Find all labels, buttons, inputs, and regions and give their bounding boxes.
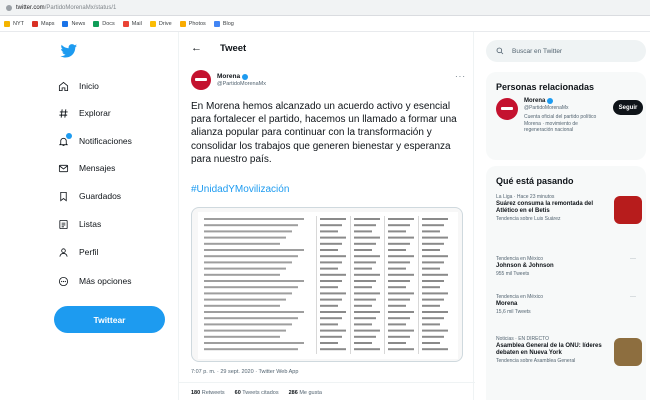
- bookmark-favicon-icon: [122, 20, 129, 27]
- avatar[interactable]: [191, 70, 211, 90]
- bookmark-item[interactable]: Blog: [213, 20, 234, 27]
- url-path: /PartidoMorenaMx/status/1: [44, 4, 117, 11]
- related-people-panel: Personas relacionadas Morena @PartidoMor…: [486, 72, 646, 160]
- bookmark-item[interactable]: NYT: [4, 20, 24, 27]
- related-bio: Cuenta oficial del partido político More…: [524, 114, 597, 133]
- stat-quotes[interactable]: 60 Tweets citados: [235, 390, 279, 396]
- nav-item-messages[interactable]: Mensajes: [58, 158, 115, 178]
- verified-icon: [547, 98, 554, 104]
- tweet-meta: 7:07 p. m. · 29 sept. 2020 · Twitter Web…: [191, 369, 299, 375]
- search-icon: [496, 47, 504, 55]
- bookmark-label: Maps: [41, 20, 55, 27]
- bookmark-item[interactable]: News: [62, 20, 86, 27]
- lock-icon: [6, 4, 12, 11]
- bookmark-favicon-icon: [149, 20, 156, 27]
- bookmark-favicon-icon: [62, 20, 69, 27]
- related-handle: @PartidoMorenaMx: [524, 105, 569, 111]
- bookmark-favicon-icon: [93, 20, 100, 27]
- bookmark-favicon-icon: [4, 20, 10, 27]
- nav-item-more-options[interactable]: Más opciones: [58, 271, 131, 291]
- trend-thumbnail[interactable]: [614, 338, 642, 366]
- hashtag-icon: [59, 108, 68, 118]
- bookmark-item[interactable]: Docs: [93, 20, 115, 27]
- nav-label-notifications: Notificaciones: [79, 136, 132, 146]
- browser-url-bar[interactable]: twitter.com /PartidoMorenaMx/status/1: [0, 0, 650, 16]
- notification-badge: [66, 133, 72, 139]
- main-column: ← Tweet Morena @PartidoMorenaMx ··· En M…: [178, 32, 475, 400]
- tweet-hashtag[interactable]: #UnidadYMovilización: [191, 184, 289, 195]
- tweet-stats: 180 Retweets 60 Tweets citados 286 Me gu…: [191, 390, 322, 396]
- bookmark-item[interactable]: Drive: [149, 20, 172, 27]
- author-name[interactable]: Morena: [217, 73, 266, 80]
- back-arrow-icon[interactable]: ←: [191, 42, 202, 54]
- bookmark-item[interactable]: Photos: [179, 20, 206, 27]
- avatar[interactable]: [496, 98, 518, 120]
- home-icon: [58, 81, 69, 91]
- trend-item[interactable]: Tendencia en México Morena 15,6 mil Twee…: [496, 294, 636, 315]
- more-menu-icon[interactable]: ···: [455, 72, 466, 81]
- bookmark-favicon-icon: [179, 20, 186, 27]
- bookmark-label: Docs: [102, 20, 115, 27]
- trends-panel: Qué está pasando La Liga · Hace 23 minut…: [486, 166, 646, 400]
- url-domain: twitter.com: [16, 4, 45, 11]
- stat-retweets[interactable]: 180 Retweets: [191, 390, 225, 396]
- nav-item-profile[interactable]: Perfil: [58, 242, 98, 262]
- list-icon: [59, 219, 68, 229]
- tweet-author[interactable]: Morena @PartidoMorenaMx: [191, 70, 266, 90]
- nav-label-home: Inicio: [79, 81, 99, 91]
- trend-more-icon[interactable]: ···: [630, 294, 636, 300]
- tweet-text: En Morena hemos alcanzado un acuerdo act…: [191, 101, 457, 165]
- nav-item-bookmarks[interactable]: Guardados: [58, 186, 121, 206]
- document-image: [198, 212, 458, 359]
- main-header: ← Tweet: [179, 42, 246, 54]
- divider: [179, 382, 475, 383]
- related-name[interactable]: Morena: [524, 98, 606, 104]
- bookmark-item[interactable]: Mail: [122, 20, 142, 27]
- page-title: Tweet: [220, 42, 247, 54]
- nav-label-more-options: Más opciones: [79, 276, 132, 286]
- search-placeholder: Buscar en Twitter: [512, 47, 563, 55]
- related-title: Personas relacionadas: [496, 82, 595, 92]
- twitter-logo-icon[interactable]: [60, 44, 78, 58]
- bookmark-favicon-icon: [32, 20, 38, 27]
- nav-label-bookmarks: Guardados: [79, 191, 122, 201]
- tweet-button[interactable]: Twittear: [54, 306, 165, 333]
- more-options-icon: [58, 276, 69, 286]
- bookmark-item[interactable]: Maps: [32, 20, 55, 27]
- related-user[interactable]: Morena @PartidoMorenaMx Cuenta oficial d…: [496, 98, 606, 134]
- search-input[interactable]: Buscar en Twitter: [486, 40, 646, 62]
- bookmarks-bar: NYT Maps News Docs Mail Drive Photos Blog: [0, 16, 650, 32]
- bookmark-label: Photos: [188, 20, 206, 27]
- bookmark-label: News: [71, 20, 86, 27]
- follow-button[interactable]: Seguir: [613, 100, 643, 115]
- author-handle[interactable]: @PartidoMorenaMx: [217, 81, 266, 87]
- trends-title: Qué está pasando: [496, 176, 574, 186]
- nav-label-lists: Listas: [79, 219, 102, 229]
- nav-label-messages: Mensajes: [79, 163, 116, 173]
- trend-more-icon[interactable]: ···: [630, 256, 636, 262]
- stat-likes[interactable]: 286 Me gusta: [289, 390, 322, 396]
- mail-icon: [58, 164, 69, 172]
- bookmark-label: Drive: [158, 20, 172, 27]
- bookmark-favicon-icon: [213, 20, 220, 27]
- bookmark-label: Blog: [222, 20, 234, 27]
- trend-thumbnail[interactable]: [614, 196, 642, 224]
- nav-label-profile: Perfil: [79, 247, 99, 257]
- bookmark-icon: [60, 191, 67, 201]
- nav-item-home[interactable]: Inicio: [58, 76, 99, 96]
- bookmark-label: Mail: [131, 20, 142, 27]
- tweet-media-image[interactable]: [191, 207, 463, 362]
- nav-item-explore[interactable]: Explorar: [58, 103, 111, 123]
- person-icon: [59, 247, 68, 257]
- nav-item-lists[interactable]: Listas: [58, 214, 101, 234]
- verified-icon: [242, 73, 249, 80]
- bookmark-label: NYT: [13, 20, 24, 27]
- trend-item[interactable]: Tendencia en México Johnson & Johnson 95…: [496, 256, 636, 277]
- nav-label-explore: Explorar: [79, 108, 111, 118]
